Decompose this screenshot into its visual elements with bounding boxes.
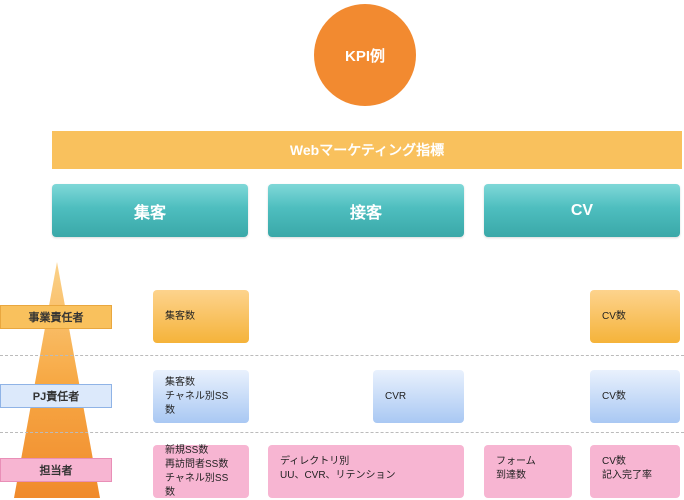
metric-line: 記入完了率 (602, 470, 652, 481)
banner-label: Webマーケティング指標 (289, 142, 445, 158)
kpi-title: KPI例 (344, 47, 385, 65)
metric-line: UU、CVR、リテンション (280, 470, 396, 481)
metric-line: CV数 (602, 390, 626, 402)
metric-line: 新規SS数 (165, 444, 209, 456)
kpi-title-circle: KPI例 (314, 4, 416, 106)
role-label: 担当者 (39, 465, 73, 477)
metric-line: フォーム (496, 456, 536, 467)
metric-line: CV数 (602, 456, 626, 467)
metric-line: チャネル別SS数 (165, 472, 229, 498)
metric-line: 再訪問者SS数 (165, 458, 229, 470)
web-marketing-banner: Webマーケティング指標 (52, 131, 682, 169)
metric-staff-cv: CV数 記入完了率 (590, 445, 680, 498)
category-cv: CV (484, 184, 680, 237)
metric-line: 集客数 (165, 376, 195, 388)
role-label: PJ責任者 (32, 391, 80, 403)
metric-line: 到達数 (496, 470, 526, 481)
role-executive: 事業責任者 (0, 305, 112, 329)
category-label: CV (570, 201, 594, 219)
category-label: 接客 (349, 204, 382, 222)
metric-line: 集客数 (165, 310, 195, 322)
metric-line: チャネル別SS数 (165, 390, 229, 416)
row-separator (0, 432, 684, 433)
metric-staff-form: フォーム 到達数 (484, 445, 572, 498)
metric-line: CV数 (602, 310, 626, 322)
role-pj-lead: PJ責任者 (0, 384, 112, 408)
role-label: 事業責任者 (28, 312, 84, 324)
metric-pj-cv: CV数 (590, 370, 680, 423)
metric-exec-cv: CV数 (590, 290, 680, 343)
role-staff: 担当者 (0, 458, 112, 482)
metric-pj-service: CVR (373, 370, 464, 423)
metric-exec-acquisition: 集客数 (153, 290, 249, 343)
metric-line: ディレクトリ別 (280, 456, 350, 467)
category-acquisition: 集客 (52, 184, 248, 237)
category-label: 集客 (133, 204, 166, 222)
metric-staff-acquisition: 新規SS数 再訪問者SS数 チャネル別SS数 (153, 445, 249, 498)
metric-line: CVR (385, 390, 407, 402)
category-service: 接客 (268, 184, 464, 237)
metric-pj-acquisition: 集客数 チャネル別SS数 (153, 370, 249, 423)
metric-staff-service: ディレクトリ別 UU、CVR、リテンション (268, 445, 464, 498)
row-separator (0, 355, 684, 356)
